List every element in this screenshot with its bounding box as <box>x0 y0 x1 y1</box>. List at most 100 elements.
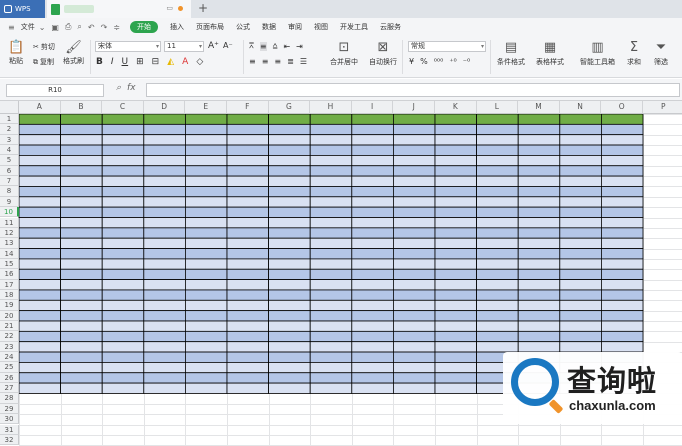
table-cell[interactable] <box>351 268 394 281</box>
table-cell[interactable] <box>392 196 436 208</box>
merge-center-button[interactable]: ⊡ 合并居中 <box>330 40 358 67</box>
table-cell[interactable] <box>392 258 436 270</box>
table-cell[interactable] <box>101 382 145 394</box>
table-cell[interactable] <box>226 217 269 229</box>
table-cell[interactable] <box>392 217 436 229</box>
table-cell[interactable] <box>101 186 145 198</box>
table-cell[interactable] <box>60 258 103 270</box>
table-cell[interactable] <box>351 227 394 239</box>
table-cell[interactable] <box>559 155 602 167</box>
table-cell[interactable] <box>268 248 311 260</box>
table-cell[interactable] <box>268 206 311 218</box>
column-header-i[interactable]: I <box>351 101 394 114</box>
table-cell[interactable] <box>559 165 602 177</box>
table-cell[interactable] <box>226 196 269 208</box>
clear-format-icon[interactable]: ◇ <box>196 57 203 67</box>
table-cell[interactable] <box>268 175 311 187</box>
table-cell[interactable] <box>101 196 145 208</box>
table-cell[interactable] <box>517 320 561 332</box>
table-cell[interactable] <box>18 196 61 208</box>
table-cell[interactable] <box>434 320 477 332</box>
table-cell[interactable] <box>351 237 394 249</box>
table-cell[interactable] <box>434 123 477 136</box>
table-cell[interactable] <box>101 134 145 146</box>
table-cell[interactable] <box>184 165 228 177</box>
table-cell[interactable] <box>476 268 519 281</box>
increase-decimal-icon[interactable]: ⁺⁰ <box>449 57 456 66</box>
select-all-corner[interactable] <box>0 101 19 114</box>
table-cell[interactable] <box>60 330 103 343</box>
table-cell[interactable] <box>18 341 61 353</box>
table-cell[interactable] <box>517 165 561 177</box>
table-cell[interactable] <box>517 217 561 229</box>
grow-font-button[interactable]: A⁺ <box>208 41 219 51</box>
table-cell[interactable] <box>101 351 145 363</box>
table-cell[interactable] <box>60 351 103 363</box>
column-header-k[interactable]: K <box>435 101 477 114</box>
table-cell[interactable] <box>184 175 228 187</box>
table-cell[interactable] <box>18 175 61 187</box>
table-cell[interactable] <box>309 186 353 198</box>
table-cell[interactable] <box>184 299 228 312</box>
table-cell[interactable] <box>351 310 394 322</box>
table-cell[interactable] <box>601 248 644 260</box>
table-cell[interactable] <box>601 196 644 208</box>
column-header-g[interactable]: G <box>268 101 311 114</box>
table-cell[interactable] <box>601 258 644 270</box>
table-header-cell[interactable] <box>434 113 477 125</box>
table-cell[interactable] <box>18 310 61 322</box>
table-cell[interactable] <box>268 123 311 136</box>
table-cell[interactable] <box>18 217 61 229</box>
table-header-cell[interactable] <box>476 113 519 125</box>
table-cell[interactable] <box>18 299 61 312</box>
table-cell[interactable] <box>143 351 186 363</box>
table-cell[interactable] <box>476 165 519 177</box>
table-cell[interactable] <box>60 289 103 301</box>
table-cell[interactable] <box>268 330 311 343</box>
table-cell[interactable] <box>309 310 353 322</box>
table-cell[interactable] <box>392 175 436 187</box>
table-cell[interactable] <box>601 320 644 332</box>
table-cell[interactable] <box>434 227 477 239</box>
table-cell[interactable] <box>392 351 436 363</box>
table-cell[interactable] <box>60 196 103 208</box>
font-name-select[interactable]: 宋体 <box>95 41 161 52</box>
table-cell[interactable] <box>434 299 477 312</box>
table-cell[interactable] <box>143 320 186 332</box>
table-cell[interactable] <box>143 186 186 198</box>
table-cell[interactable] <box>101 310 145 322</box>
table-cell[interactable] <box>18 330 61 343</box>
table-cell[interactable] <box>476 289 519 301</box>
menu-view[interactable]: 视图 <box>314 22 328 32</box>
table-cell[interactable] <box>268 268 311 281</box>
table-cell[interactable] <box>601 237 644 249</box>
table-cell[interactable] <box>101 237 145 249</box>
row-header-32[interactable]: 32 <box>0 434 19 446</box>
customize-toolbar-icon[interactable]: ≑ <box>113 23 120 32</box>
table-cell[interactable] <box>309 361 353 374</box>
table-cell[interactable] <box>434 134 477 146</box>
table-cell[interactable] <box>18 372 61 384</box>
table-cell[interactable] <box>268 227 311 239</box>
table-cell[interactable] <box>392 289 436 301</box>
menu-data[interactable]: 数据 <box>262 22 276 32</box>
table-cell[interactable] <box>392 361 436 374</box>
table-cell[interactable] <box>309 175 353 187</box>
align-center-icon[interactable]: ≡ <box>262 57 269 66</box>
table-cell[interactable] <box>226 341 269 353</box>
table-cell[interactable] <box>351 289 394 301</box>
cut-button[interactable]: ✂ 剪切 <box>33 42 55 52</box>
table-cell[interactable] <box>60 361 103 374</box>
filter-button[interactable]: ⏷ 筛选 <box>654 40 668 67</box>
table-cell[interactable] <box>143 372 186 384</box>
table-cell[interactable] <box>101 258 145 270</box>
table-cell[interactable] <box>434 175 477 187</box>
table-cell[interactable] <box>601 310 644 322</box>
table-cell[interactable] <box>226 227 269 239</box>
table-cell[interactable] <box>309 144 353 156</box>
table-cell[interactable] <box>60 248 103 260</box>
table-cell[interactable] <box>559 123 602 136</box>
table-cell[interactable] <box>517 123 561 136</box>
row-header-28[interactable]: 28 <box>0 393 19 404</box>
save-icon[interactable]: ▣ <box>51 23 59 32</box>
